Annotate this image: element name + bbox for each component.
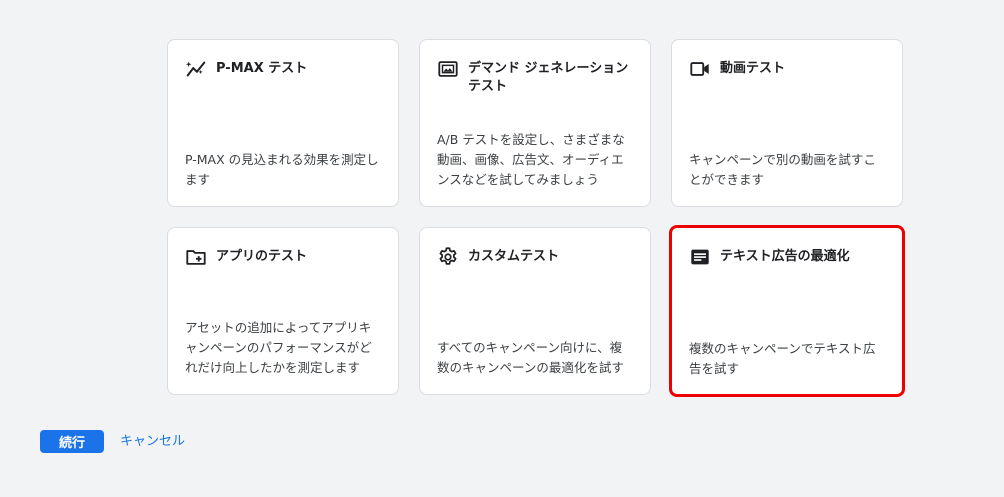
card-description: 複数のキャンペーンでテキスト広告を試す bbox=[689, 341, 876, 376]
card-title: カスタムテスト bbox=[468, 249, 560, 264]
experiment-type-grid: P-MAX テスト P-MAX の見込まれる効果を測定します デマンド ジェネレ… bbox=[167, 39, 905, 397]
card-header: カスタムテスト bbox=[437, 246, 636, 268]
card-title: 動画テスト bbox=[720, 61, 786, 76]
image-frame-icon bbox=[437, 58, 459, 80]
card-header: デマンド ジェネレーション テスト bbox=[437, 58, 636, 96]
video-camera-icon bbox=[689, 58, 711, 80]
card-text-ad-optimization[interactable]: テキスト広告の最適化 複数のキャンペーンでテキスト広告を試す bbox=[669, 225, 905, 397]
card-description: すべてのキャンペーン向けに、複数のキャンペーンの最適化を試す bbox=[437, 340, 624, 375]
card-title: テキスト広告の最適化 bbox=[720, 249, 850, 264]
cancel-link[interactable]: キャンセル bbox=[120, 432, 185, 451]
card-header: 動画テスト bbox=[689, 58, 888, 80]
card-app-test[interactable]: アプリのテスト アセットの追加によってアプリキャンペーンのパフォーマンスがどれだ… bbox=[167, 227, 399, 395]
text-ad-icon bbox=[689, 246, 711, 268]
folder-add-icon bbox=[185, 246, 207, 268]
card-header: アプリのテスト bbox=[185, 246, 384, 268]
card-title: アプリのテスト bbox=[216, 249, 308, 264]
card-header: テキスト広告の最適化 bbox=[689, 246, 888, 268]
card-description: P-MAX の見込まれる効果を測定します bbox=[185, 152, 379, 187]
card-description: A/B テストを設定し、さまざまな動画、画像、広告文、オーディエンスなどを試して… bbox=[437, 132, 625, 187]
gear-icon bbox=[437, 246, 459, 268]
continue-button[interactable]: 続行 bbox=[40, 430, 104, 453]
card-header: P-MAX テスト bbox=[185, 58, 384, 80]
card-title: P-MAX テスト bbox=[216, 61, 308, 76]
card-title: デマンド ジェネレーション テスト bbox=[468, 61, 629, 94]
card-description: アセットの追加によってアプリキャンペーンのパフォーマンスがどれだけ向上したかを測… bbox=[185, 320, 372, 375]
card-video-test[interactable]: 動画テスト キャンペーンで別の動画を試すことができます bbox=[671, 39, 903, 207]
card-custom-test[interactable]: カスタムテスト すべてのキャンペーン向けに、複数のキャンペーンの最適化を試す bbox=[419, 227, 651, 395]
card-description: キャンペーンで別の動画を試すことができます bbox=[689, 152, 876, 187]
card-demand-gen-test[interactable]: デマンド ジェネレーション テスト A/B テストを設定し、さまざまな動画、画像… bbox=[419, 39, 651, 207]
card-pmax-test[interactable]: P-MAX テスト P-MAX の見込まれる効果を測定します bbox=[167, 39, 399, 207]
sparkline-icon bbox=[185, 58, 207, 80]
